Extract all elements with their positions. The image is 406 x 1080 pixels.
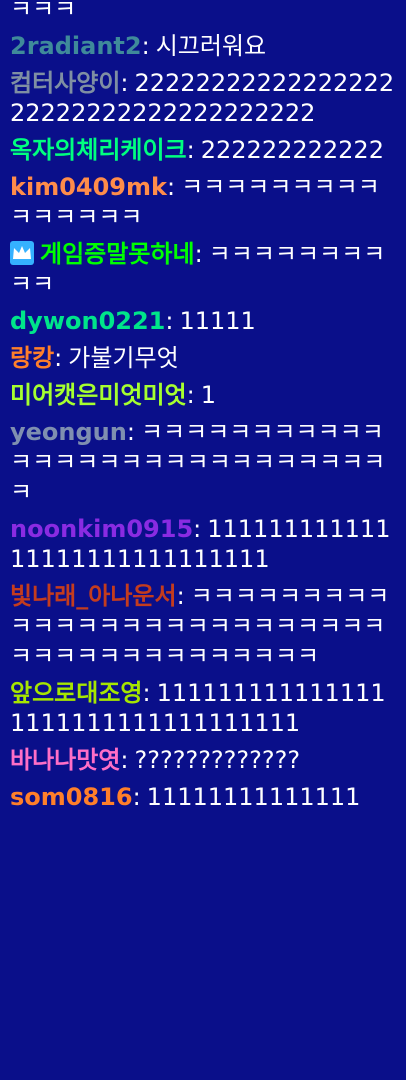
chat-username[interactable]: dywon0221 (10, 307, 165, 335)
chat-username[interactable]: 앞으로대조영 (10, 679, 142, 707)
crown-icon (10, 241, 34, 265)
chat-text: 가불기무엇 (68, 344, 179, 372)
chat-message: som0816: 11111111111111 (10, 782, 396, 812)
chat-message: 미어캣은미엇미엇: 1 (10, 380, 396, 410)
chat-separator: : (120, 746, 129, 774)
chat-message: 빛나래_아나운서: ㅋㅋㅋㅋㅋㅋㅋㅋㅋㅋㅋㅋㅋㅋㅋㅋㅋㅋㅋㅋㅋㅋㅋㅋㅋㅋㅋㅋㅋㅋㅋ… (10, 581, 396, 671)
chat-text: 시끄러워요 (155, 32, 267, 60)
chat-separator: : (54, 344, 63, 372)
chat-username[interactable]: 랑캉 (10, 344, 54, 372)
chat-separator: : (165, 307, 174, 335)
chat-message: 랑캉: 가불기무엇 (10, 343, 396, 373)
chat-username[interactable]: noonkim0915 (10, 515, 193, 543)
chat-username[interactable]: 바나나맛엿 (10, 746, 120, 774)
chat-username[interactable]: kim0409mk (10, 173, 167, 201)
chat-separator: : (186, 381, 195, 409)
chat-message: yeongun: ㅋㅋㅋㅋㅋㅋㅋㅋㅋㅋㅋㅋㅋㅋㅋㅋㅋㅋㅋㅋㅋㅋㅋㅋㅋㅋㅋㅋㅋ (10, 417, 396, 507)
chat-text: ????????????? (134, 746, 301, 774)
chat-username[interactable]: som0816 (10, 783, 133, 811)
chat-log: ㅋㅋㅋ 2radiant2: 시끄러워요 컴터사양이: 2222222222222222… (0, 0, 406, 1080)
chat-text: ㅋㅋㅋ (10, 0, 77, 23)
chat-message: ㅋㅋㅋ (10, 0, 396, 24)
chat-username[interactable]: 옥자의체리케이크 (10, 136, 187, 164)
chat-separator: : (132, 783, 141, 811)
chat-username[interactable]: 게임증말못하네 (40, 240, 195, 268)
chat-text: 222222222222 (200, 136, 384, 164)
chat-text: 11111 (179, 307, 256, 335)
chat-message: noonkim0915: 1111111111111111111111111111… (10, 514, 396, 574)
chat-separator: : (166, 173, 176, 201)
chat-separator: : (194, 240, 203, 268)
chat-message: 게임증말못하네: ㅋㅋㅋㅋㅋㅋㅋㅋㅋㅋ (10, 239, 396, 299)
chat-message: 2radiant2: 시끄러워요 (10, 31, 396, 61)
chat-separator: : (120, 69, 129, 97)
chat-separator: : (126, 418, 135, 446)
chat-separator: : (193, 515, 202, 543)
chat-text: 1 (200, 381, 217, 409)
chat-username[interactable]: yeongun (10, 418, 127, 446)
chat-text: 11111111111111 (146, 783, 361, 811)
chat-username[interactable]: 미어캣은미엇미엇 (10, 381, 187, 409)
chat-separator: : (176, 582, 185, 610)
chat-message: dywon0221: 11111 (10, 306, 396, 336)
chat-message: 바나나맛엿:????????????? (10, 745, 396, 775)
chat-username[interactable]: 컴터사양이 (10, 69, 120, 97)
chat-separator: : (142, 679, 151, 707)
chat-username[interactable]: 빛나래_아나운서 (10, 582, 177, 610)
chat-message: 컴터사양이: 2222222222222222222222222222222222… (10, 68, 396, 128)
chat-separator: : (186, 136, 195, 164)
chat-message: 앞으로대조영: 111111111111111111111111111111111… (10, 678, 396, 738)
chat-message: kim0409mk: ㅋㅋㅋㅋㅋㅋㅋㅋㅋㅋㅋㅋㅋㅋㅋ (10, 172, 396, 232)
chat-message: 옥자의체리케이크: 222222222222 (10, 135, 396, 165)
chat-username[interactable]: 2radiant2 (10, 32, 142, 60)
chat-separator: : (141, 32, 150, 60)
